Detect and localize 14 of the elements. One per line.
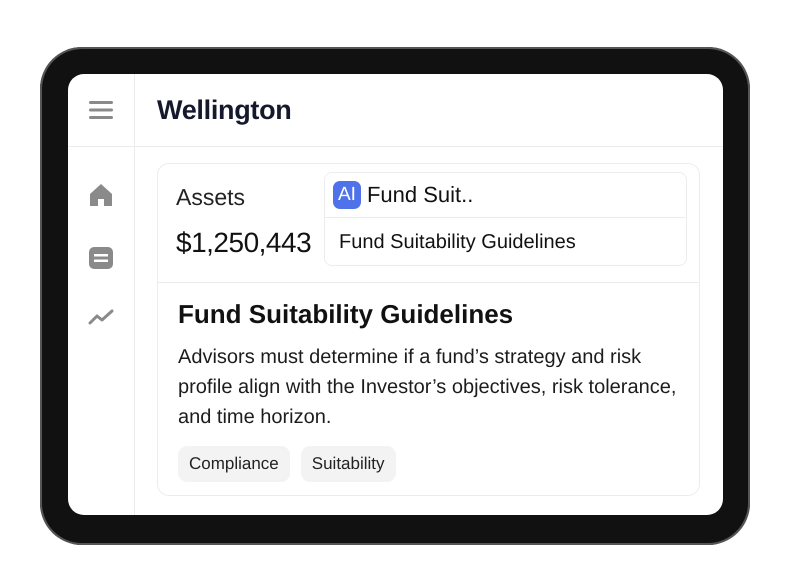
article-title: Fund Suitability Guidelines (178, 299, 514, 330)
menu-icon[interactable] (88, 100, 114, 120)
assets-value: $1,250,443 (176, 227, 312, 259)
home-icon[interactable] (89, 183, 113, 207)
article-body: Advisors must determine if a fund’s strategy and risk profile align with the Investor’s objectives, risk tolerance, and time horizon. (178, 345, 678, 430)
tag-chip[interactable]: Suitability (300, 446, 396, 482)
assets-label: Assets (176, 184, 246, 211)
trend-icon[interactable] (88, 309, 114, 325)
ai-badge: AI (333, 181, 361, 209)
app-title: Wellington (157, 94, 292, 126)
suggestion-item[interactable]: Fund Suitability Guidelines (325, 218, 686, 254)
search-query: Fund Suit.. (366, 182, 474, 208)
tag-chip[interactable]: Compliance (178, 446, 290, 482)
document-icon[interactable] (89, 247, 113, 269)
